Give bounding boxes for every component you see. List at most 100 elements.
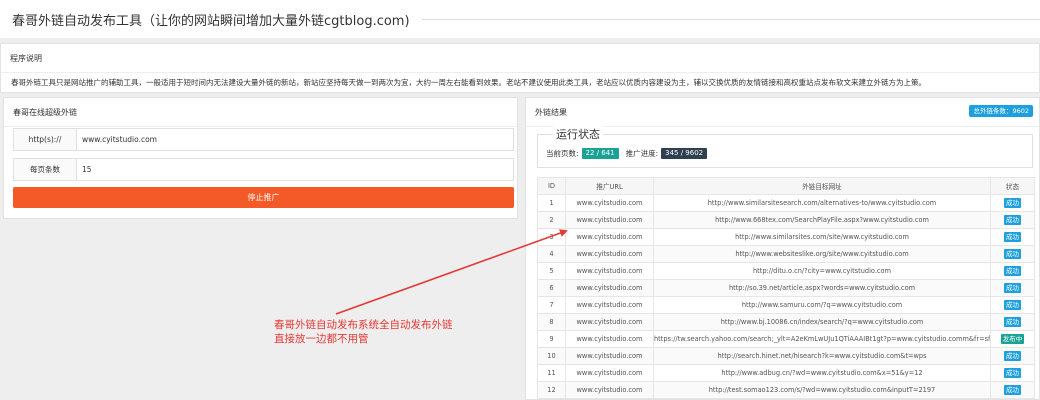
table-row: 11 www.cyitstudio.com http://www.adbug.cn/…	[537, 364, 1035, 382]
row-promo-url: www.cyitstudio.com	[565, 245, 654, 263]
col-header-target: 外链目标网址	[653, 177, 991, 195]
row-target-url[interactable]: http://www.samuru.com/?q=www.cyitstudio.…	[653, 296, 991, 314]
row-status: 成功	[990, 211, 1035, 229]
run-status-legend: 运行状态	[553, 126, 603, 142]
perpage-row: 每页条数 15	[13, 158, 514, 181]
row-id: 2	[537, 211, 566, 229]
row-status: 成功	[990, 364, 1035, 382]
status-badge: 成功	[1004, 232, 1021, 242]
table-row: 6 www.cyitstudio.com http://so.39.net/arti…	[537, 279, 1035, 297]
table-row: 10 www.cyitstudio.com http://search.hinet.…	[537, 347, 1035, 365]
status-badge: 成功	[1004, 385, 1021, 395]
status-badge: 成功	[1004, 198, 1021, 208]
results-table: ID 推广URL 外链目标网址 状态 1 www.cyitstudio.com ht…	[537, 177, 1035, 399]
table-row: 3 www.cyitstudio.com http://www.similarsit…	[537, 228, 1035, 246]
perpage-label: 每页条数	[14, 159, 77, 180]
table-row: 5 www.cyitstudio.com http://ditu.o.cn/?cit…	[537, 262, 1035, 280]
annotation-text: 春哥外链自动发布系统全自动发布外链 直接放一边都不用管	[274, 318, 453, 346]
row-promo-url: www.cyitstudio.com	[565, 228, 654, 246]
row-status: 成功	[990, 245, 1035, 263]
table-row: 2 www.cyitstudio.com http://www.668tex.com…	[537, 211, 1035, 229]
results-panel-title: 外链结果	[526, 98, 1039, 127]
annotation-line-1: 春哥外链自动发布系统全自动发布外链	[274, 319, 453, 331]
row-target-url[interactable]: http://www.bj.10086.cn/index/search/?q=w…	[653, 313, 991, 331]
form-panel-title: 春哥在线超级外链	[4, 98, 517, 127]
table-row: 12 www.cyitstudio.com http://test.somao123…	[537, 381, 1035, 399]
current-page-label: 当前页数:	[546, 149, 579, 158]
row-status: 成功	[990, 228, 1035, 246]
backlink-form-panel: 春哥在线超级外链 http(s):// www.cyitstudio.com 每…	[3, 97, 518, 219]
status-badge: 成功	[1004, 215, 1021, 225]
row-target-url[interactable]: http://test.somao123.com/s/?wd=www.cyits…	[653, 381, 991, 399]
total-count-badge: 总外链条数：9602	[969, 105, 1033, 117]
page: 春哥外链自动发布工具（让你的网站瞬间增加大量外链cgtblog.com) 程序说…	[0, 0, 1040, 400]
status-badge: 成功	[1004, 317, 1021, 327]
table-row: 1 www.cyitstudio.com http://www.similarsit…	[537, 194, 1035, 212]
row-status: 成功	[990, 313, 1035, 331]
row-target-url[interactable]: https://tw.search.yahoo.com/search;_ylt=…	[653, 330, 991, 348]
row-promo-url: www.cyitstudio.com	[565, 347, 654, 365]
row-status: 发布中	[990, 330, 1035, 348]
row-id: 7	[537, 296, 566, 314]
page-header: 春哥外链自动发布工具（让你的网站瞬间增加大量外链cgtblog.com)	[0, 0, 1040, 38]
row-id: 9	[537, 330, 566, 348]
domain-row: http(s):// www.cyitstudio.com	[13, 128, 514, 151]
row-promo-url: www.cyitstudio.com	[565, 296, 654, 314]
col-header-url: 推广URL	[565, 177, 654, 195]
progress-label: 推广进度:	[625, 149, 659, 158]
row-target-url[interactable]: http://www.adbug.cn/?wd=www.cyitstudio.c…	[653, 364, 991, 382]
row-promo-url: www.cyitstudio.com	[565, 313, 654, 331]
row-target-url[interactable]: http://www.668tex.com/SearchPlayFile.asp…	[653, 211, 991, 229]
row-target-url[interactable]: http://ditu.o.cn/?city=www.cyitstudio.co…	[653, 262, 991, 280]
row-id: 10	[537, 347, 566, 365]
stop-promotion-button[interactable]: 停止推广	[13, 187, 514, 208]
table-header-row: ID 推广URL 外链目标网址 状态	[537, 177, 1035, 195]
row-promo-url: www.cyitstudio.com	[565, 194, 654, 212]
table-row: 8 www.cyitstudio.com http://www.bj.10086.c…	[537, 313, 1035, 331]
status-line: 当前页数: 22 / 641 推广进度: 345 / 9602	[546, 148, 708, 159]
row-promo-url: www.cyitstudio.com	[565, 279, 654, 297]
col-header-id: ID	[537, 177, 566, 195]
progress-badge: 345 / 9602	[661, 148, 708, 159]
row-target-url[interactable]: http://www.similarsites.com/site/www.cyi…	[653, 228, 991, 246]
domain-input[interactable]: www.cyitstudio.com	[77, 129, 513, 150]
row-status: 成功	[990, 279, 1035, 297]
row-target-url[interactable]: http://search.hinet.net/hisearch?k=www.c…	[653, 347, 991, 365]
col-header-status: 状态	[990, 177, 1035, 195]
row-id: 8	[537, 313, 566, 331]
status-badge: 成功	[1004, 300, 1021, 310]
current-page-badge: 22 / 641	[581, 148, 619, 159]
row-status: 成功	[990, 194, 1035, 212]
table-row: 9 www.cyitstudio.com https://tw.search.yah…	[537, 330, 1035, 348]
row-status: 成功	[990, 262, 1035, 280]
row-target-url[interactable]: http://www.similarsitesearch.com/alterna…	[653, 194, 991, 212]
table-row: 7 www.cyitstudio.com http://www.samuru.com…	[537, 296, 1035, 314]
status-badge: 成功	[1004, 283, 1021, 293]
row-status: 成功	[990, 296, 1035, 314]
annotation-line-2: 直接放一边都不用管	[274, 333, 369, 345]
status-badge: 成功	[1004, 368, 1021, 378]
status-badge: 成功	[1004, 351, 1021, 361]
row-promo-url: www.cyitstudio.com	[565, 381, 654, 399]
row-promo-url: www.cyitstudio.com	[565, 330, 654, 348]
table-row: 4 www.cyitstudio.com http://www.websitesli…	[537, 245, 1035, 263]
domain-label: http(s)://	[14, 129, 77, 150]
row-id: 5	[537, 262, 566, 280]
status-badge: 发布中	[1000, 334, 1025, 344]
row-id: 11	[537, 364, 566, 382]
info-text: 春哥外链工具只是网站推广的辅助工具，一般适用于短时间内无法建设大量外链的新站，新…	[11, 78, 926, 87]
row-target-url[interactable]: http://www.websiteslike.org/site/www.cyi…	[653, 245, 991, 263]
row-status: 成功	[990, 381, 1035, 399]
row-promo-url: www.cyitstudio.com	[565, 364, 654, 382]
row-target-url[interactable]: http://so.39.net/article.aspx?words=www.…	[653, 279, 991, 297]
row-id: 4	[537, 245, 566, 263]
results-panel: 外链结果 总外链条数：9602 运行状态 当前页数: 22 / 641 推广进度…	[525, 97, 1040, 400]
run-status-box: 运行状态 当前页数: 22 / 641 推广进度: 345 / 9602	[537, 126, 1033, 168]
title-divider	[421, 18, 1040, 20]
perpage-input[interactable]: 15	[77, 159, 513, 180]
status-badge: 成功	[1004, 266, 1021, 276]
row-promo-url: www.cyitstudio.com	[565, 211, 654, 229]
row-id: 12	[537, 381, 566, 399]
row-id: 3	[537, 228, 566, 246]
row-promo-url: www.cyitstudio.com	[565, 262, 654, 280]
